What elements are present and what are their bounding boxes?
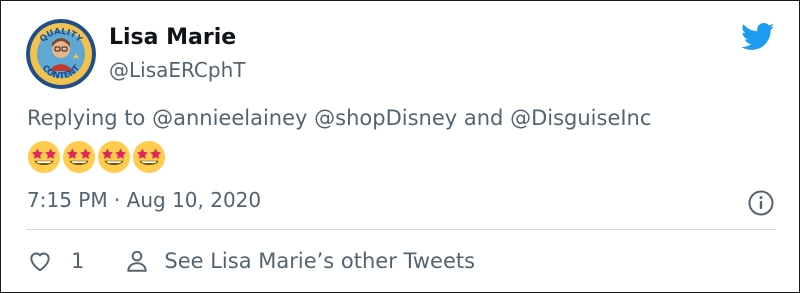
mention-link[interactable]: @annieelainey — [152, 106, 307, 130]
tweet-text — [27, 140, 166, 174]
like-button[interactable]: 1 — [27, 248, 84, 274]
twitter-bird-icon[interactable] — [741, 23, 775, 51]
person-icon — [127, 250, 148, 272]
avatar-image: QUALITY CONTENT — [26, 19, 96, 89]
see-other-tweets-label: See Lisa Marie’s other Tweets — [164, 249, 476, 273]
mention-link[interactable]: @shopDisney — [314, 106, 457, 130]
star-struck-emoji-icon — [27, 140, 61, 174]
star-struck-emoji-icon — [132, 140, 166, 174]
replying-prefix: Replying to — [27, 106, 146, 130]
heart-icon — [30, 252, 50, 272]
like-count: 1 — [71, 249, 85, 273]
divider — [26, 229, 776, 230]
tweet-card: QUALITY CONTENT Lisa Marie @LisaERCphT R… — [0, 0, 800, 293]
tweet-timestamp[interactable]: 7:15 PM · Aug 10, 2020 — [27, 188, 261, 212]
user-name[interactable]: Lisa Marie — [109, 25, 236, 50]
star-struck-emoji-icon — [62, 140, 96, 174]
info-icon[interactable] — [747, 189, 775, 217]
tweet-actions: 1 See Lisa Marie’s other Tweets — [27, 244, 475, 278]
avatar[interactable]: QUALITY CONTENT — [26, 19, 96, 89]
star-struck-emoji-icon — [97, 140, 131, 174]
see-other-tweets-link[interactable]: See Lisa Marie’s other Tweets — [124, 248, 475, 274]
replying-to: Replying to @annieelainey @shopDisney an… — [27, 106, 651, 130]
mention-link[interactable]: @DisguiseInc — [510, 106, 651, 130]
user-handle[interactable]: @LisaERCphT — [109, 58, 245, 82]
mention-joiner: and — [463, 106, 504, 130]
